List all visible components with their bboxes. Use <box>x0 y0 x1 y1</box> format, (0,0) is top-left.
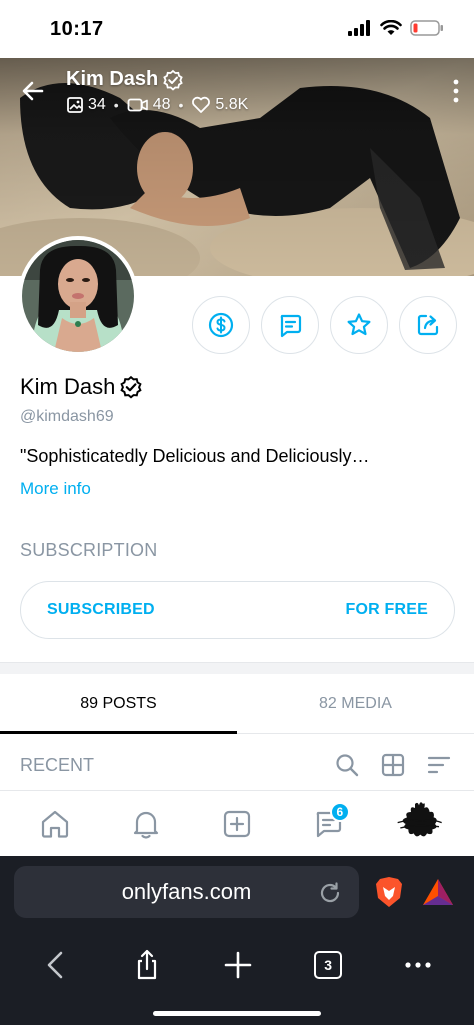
nav-profile[interactable] <box>395 800 443 848</box>
back-arrow-icon[interactable] <box>18 76 48 106</box>
cover-stats: 34 • 48 • 5.8K <box>66 96 248 114</box>
back-icon[interactable] <box>41 948 71 982</box>
status-time: 10:17 <box>50 18 104 40</box>
feed-tools <box>334 752 452 778</box>
feed-filter-bar: RECENT <box>0 735 474 791</box>
videos-stat: 48 <box>127 96 171 114</box>
nav-home[interactable] <box>31 800 79 848</box>
message-button[interactable] <box>261 296 319 354</box>
sort-icon[interactable] <box>426 752 452 778</box>
verified-icon <box>120 375 142 399</box>
section-divider <box>0 662 474 674</box>
cellular-signal-icon <box>348 20 370 36</box>
more-menu-icon[interactable] <box>403 948 433 982</box>
photos-stat: 34 <box>66 96 106 114</box>
home-indicator[interactable] <box>153 1011 321 1016</box>
dollar-icon <box>208 312 234 338</box>
browser-toolbar: 3 <box>0 940 474 990</box>
app-bottom-nav: 6 <box>0 792 474 856</box>
likes-count: 5.8K <box>215 96 249 113</box>
avatar-image <box>22 240 134 352</box>
heart-icon <box>192 96 211 113</box>
url-text: onlyfans.com <box>121 879 252 904</box>
brave-shield-icon[interactable] <box>374 876 404 908</box>
messages-badge: 6 <box>329 802 350 822</box>
stat-separator: • <box>178 97 184 113</box>
cover-profile-name: Kim Dash <box>66 68 184 91</box>
image-icon <box>67 97 83 113</box>
sort-label: RECENT <box>20 755 95 775</box>
profile-bio: "Sophisticatedly Delicious and Delicious… <box>20 446 370 466</box>
avatar[interactable] <box>18 236 138 356</box>
send-tip-button[interactable] <box>192 296 250 354</box>
subscription-title: SUBSCRIPTION <box>20 540 158 560</box>
nav-messages[interactable]: 6 <box>304 800 352 848</box>
likes-stat: 5.8K <box>191 96 248 114</box>
add-post-icon <box>223 810 251 838</box>
videos-count: 48 <box>152 96 171 113</box>
subscription-price: FOR FREE <box>345 601 428 618</box>
bell-icon <box>134 811 159 839</box>
subscription-button[interactable]: SUBSCRIBED FOR FREE <box>20 581 455 639</box>
star-icon <box>347 313 371 336</box>
bat-rewards-icon[interactable] <box>422 878 454 906</box>
nav-notifications[interactable] <box>122 800 170 848</box>
status-icons <box>348 20 444 36</box>
address-bar[interactable]: onlyfans.com <box>14 866 359 918</box>
cover-name-text: Kim Dash <box>66 68 159 90</box>
profile-icon <box>397 802 442 837</box>
message-icon <box>280 314 302 338</box>
more-info-link[interactable]: More info <box>20 479 91 499</box>
share-button[interactable] <box>399 296 457 354</box>
grid-view-icon[interactable] <box>380 752 406 778</box>
favorite-button[interactable] <box>330 296 388 354</box>
share-icon[interactable] <box>132 948 162 982</box>
content-tabs: 89 POSTS 82 MEDIA <box>0 674 474 734</box>
new-tab-icon[interactable] <box>223 948 253 982</box>
search-icon[interactable] <box>334 752 360 778</box>
profile-handle: @kimdash69 <box>20 408 114 425</box>
photos-count: 34 <box>88 96 106 113</box>
reload-icon[interactable] <box>317 880 343 906</box>
avatar-photo <box>22 240 134 352</box>
wifi-icon <box>380 20 402 35</box>
browser-chrome: onlyfans.com 3 <box>0 856 474 1025</box>
share-icon <box>417 314 439 336</box>
subscription-status: SUBSCRIBED <box>47 601 155 618</box>
status-bar: 10:17 <box>0 0 474 58</box>
profile-name-text: Kim Dash <box>20 374 116 399</box>
cover-header: Kim Dash 34 • 48 • 5.8K <box>0 58 474 128</box>
profile-actions <box>192 296 457 354</box>
profile-name: Kim Dash <box>20 374 143 400</box>
home-icon <box>42 810 69 838</box>
screen: 10:17 Kim Dash 34 • 48 • 5.8K Kim Dash @… <box>0 0 474 1025</box>
verified-icon <box>163 69 183 91</box>
battery-low-icon <box>410 20 443 36</box>
tab-posts[interactable]: 89 POSTS <box>0 674 237 734</box>
nav-new-post[interactable] <box>213 800 261 848</box>
more-options-icon[interactable] <box>452 78 460 104</box>
stat-separator: • <box>113 97 119 113</box>
tab-media[interactable]: 82 MEDIA <box>237 674 474 733</box>
video-icon <box>127 98 148 112</box>
tabs-button[interactable]: 3 <box>314 951 343 979</box>
